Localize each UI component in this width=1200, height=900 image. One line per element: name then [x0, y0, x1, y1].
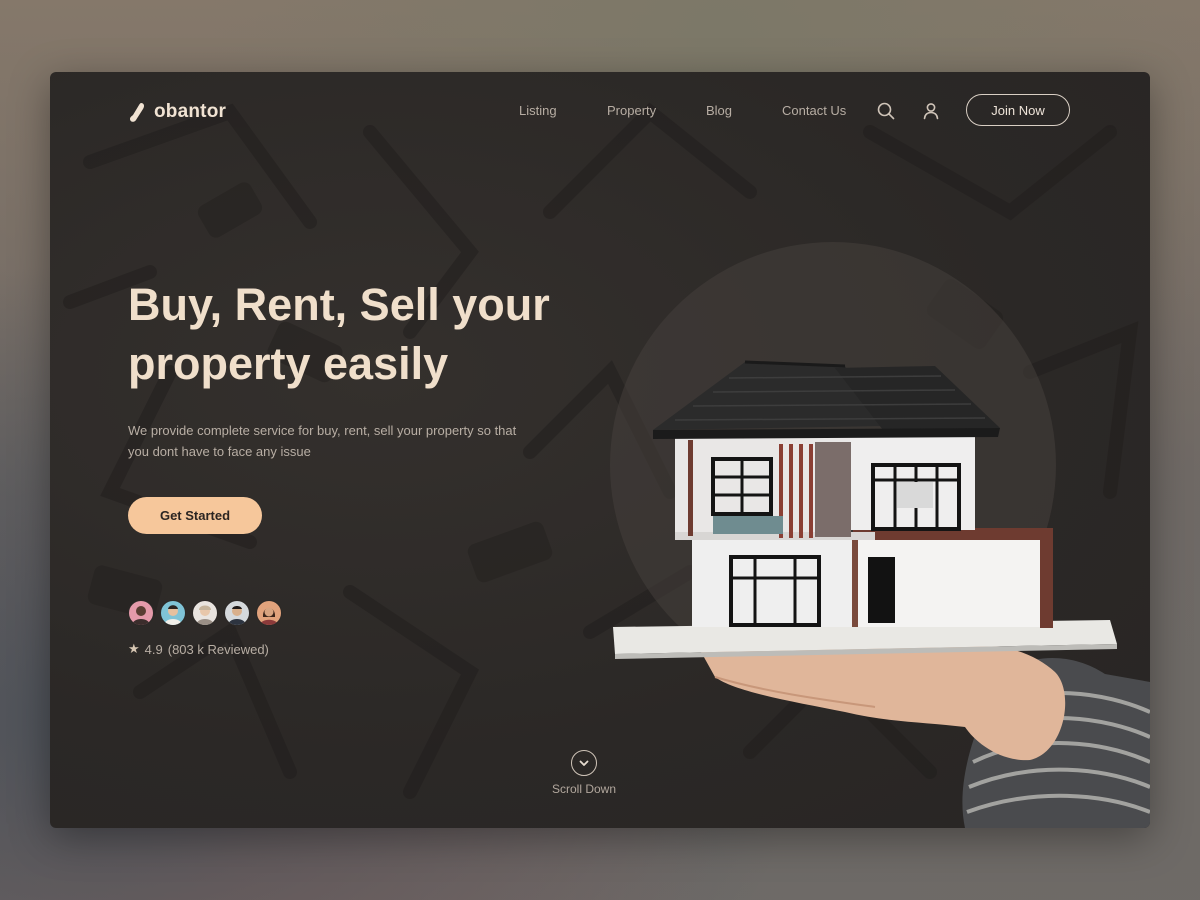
scroll-down-button[interactable]: [571, 750, 597, 776]
nav-item-contact-us[interactable]: Contact Us: [782, 103, 846, 118]
headline-line-2: property easily: [128, 338, 449, 389]
brand-logo[interactable]: obantor: [128, 100, 226, 124]
star-icon: ★: [128, 641, 140, 656]
avatar: [224, 600, 250, 626]
join-now-button[interactable]: Join Now: [966, 94, 1070, 126]
rating-count: (803 k Reviewed): [167, 641, 269, 657]
rating-value: 4.9: [144, 641, 163, 657]
account-button[interactable]: [921, 101, 941, 121]
nav-item-property[interactable]: Property: [607, 103, 656, 118]
scroll-down-label: Scroll Down: [551, 782, 617, 796]
avatar: [256, 600, 282, 626]
user-icon: [923, 103, 939, 120]
rating-summary: ★ 4.9 (803 k Reviewed): [128, 641, 269, 657]
avatar: [192, 600, 218, 626]
nav-item-blog[interactable]: Blog: [706, 103, 732, 118]
search-button[interactable]: [876, 101, 896, 121]
headline-line-1: Buy, Rent, Sell your: [128, 279, 550, 330]
hero-headline: Buy, Rent, Sell your property easily: [128, 275, 588, 393]
house-in-hand-image: [613, 360, 1150, 828]
avatar: [160, 600, 186, 626]
scroll-down[interactable]: Scroll Down: [540, 750, 628, 796]
logo-mark-icon: [130, 103, 145, 122]
avatar: [128, 600, 154, 626]
nav-item-listing[interactable]: Listing: [519, 103, 557, 118]
hero-description: We provide complete service for buy, ren…: [128, 423, 517, 459]
search-icon: [877, 102, 895, 120]
chevron-down-icon: [579, 760, 589, 766]
reviewer-avatars: [128, 600, 288, 626]
brand-name: obantor: [154, 101, 227, 122]
landing-page: obantor Listing Property Blog Contact Us…: [50, 72, 1150, 828]
get-started-button[interactable]: Get Started: [128, 497, 262, 534]
